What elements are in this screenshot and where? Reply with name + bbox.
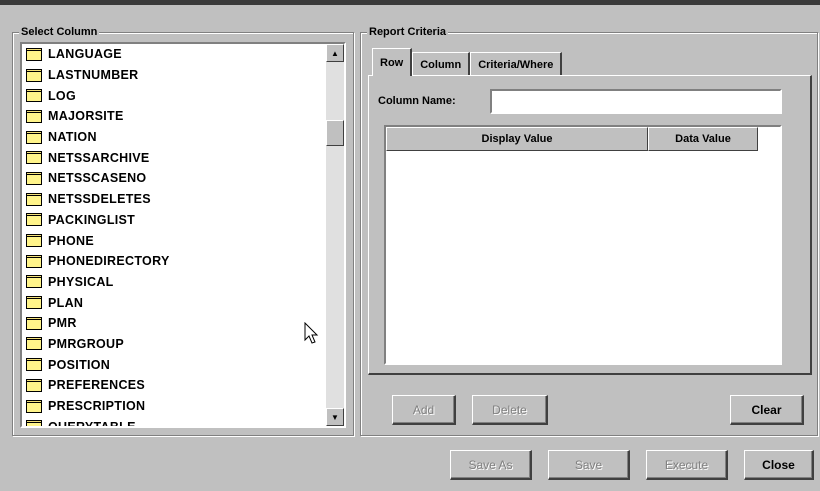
- list-item-label: LASTNUMBER: [48, 68, 139, 83]
- scroll-up-button[interactable]: ▲: [326, 44, 344, 62]
- folder-icon: [26, 275, 42, 289]
- execute-button[interactable]: Execute: [646, 450, 728, 480]
- mouse-pointer-icon: [304, 322, 319, 344]
- tab-column[interactable]: Column: [412, 52, 471, 76]
- list-item[interactable]: PACKINGLIST: [22, 210, 322, 231]
- list-item-label: PLAN: [48, 295, 84, 310]
- folder-icon: [26, 254, 42, 268]
- list-item[interactable]: LOG: [22, 85, 322, 106]
- list-item[interactable]: QUERYTABLE: [22, 416, 322, 428]
- window-top-edge: [0, 0, 820, 5]
- folder-icon: [26, 316, 42, 330]
- list-item-label: PACKINGLIST: [48, 212, 136, 227]
- list-item[interactable]: PHONEDIRECTORY: [22, 251, 322, 272]
- list-item-label: NETSSARCHIVE: [48, 150, 150, 165]
- list-item[interactable]: POSITION: [22, 354, 322, 375]
- column-list: LANGUAGE LASTNUMBER LOG MAJORSITE NATION NETS…: [22, 44, 322, 428]
- folder-icon: [26, 358, 42, 372]
- list-item[interactable]: NETSSARCHIVE: [22, 147, 322, 168]
- list-item-label: NETSSDELETES: [48, 192, 151, 207]
- list-item[interactable]: LASTNUMBER: [22, 65, 322, 86]
- list-item-label: LANGUAGE: [48, 47, 122, 62]
- list-item-label: PRESCRIPTION: [48, 399, 146, 414]
- folder-icon: [26, 47, 42, 61]
- values-grid[interactable]: Display Value Data Value: [384, 125, 782, 365]
- column-name-label: Column Name:: [378, 95, 456, 107]
- tab-row[interactable]: Row: [372, 48, 413, 76]
- folder-icon: [26, 130, 42, 144]
- list-item[interactable]: PMRGROUP: [22, 334, 322, 355]
- folder-icon: [26, 234, 42, 248]
- folder-icon: [26, 171, 42, 185]
- close-button[interactable]: Close: [744, 450, 814, 480]
- list-item-label: QUERYTABLE: [48, 419, 136, 428]
- folder-icon: [26, 213, 42, 227]
- column-name-input[interactable]: [490, 89, 782, 114]
- folder-icon: [26, 109, 42, 123]
- folder-icon: [26, 337, 42, 351]
- list-item[interactable]: PREFERENCES: [22, 375, 322, 396]
- list-item[interactable]: PHONE: [22, 230, 322, 251]
- list-item-label: PREFERENCES: [48, 378, 146, 393]
- arrow-up-icon: ▲: [331, 48, 339, 58]
- list-item-label: POSITION: [48, 357, 111, 372]
- column-listbox[interactable]: LANGUAGE LASTNUMBER LOG MAJORSITE NATION NETS…: [20, 42, 346, 428]
- list-item-label: PHYSICAL: [48, 274, 114, 289]
- list-item[interactable]: PMR: [22, 313, 322, 334]
- report-criteria-title: Report Criteria: [367, 25, 449, 39]
- clear-button[interactable]: Clear: [730, 395, 804, 425]
- folder-icon: [26, 378, 42, 392]
- list-item[interactable]: LANGUAGE: [22, 44, 322, 65]
- list-item[interactable]: MAJORSITE: [22, 106, 322, 127]
- scroll-down-button[interactable]: ▼: [326, 408, 344, 426]
- list-item-label: PMRGROUP: [48, 336, 125, 351]
- criteria-tabs: Row Column Criteria/Where: [372, 48, 563, 76]
- list-item[interactable]: NETSSCASENO: [22, 168, 322, 189]
- folder-icon: [26, 68, 42, 82]
- folder-icon: [26, 399, 42, 413]
- arrow-down-icon: ▼: [331, 412, 339, 422]
- list-item-label: NETSSCASENO: [48, 171, 147, 186]
- list-item[interactable]: PHYSICAL: [22, 272, 322, 293]
- delete-button[interactable]: Delete: [472, 395, 548, 425]
- list-item[interactable]: PRESCRIPTION: [22, 396, 322, 417]
- folder-icon: [26, 420, 42, 426]
- folder-icon: [26, 296, 42, 310]
- grid-header: Display Value Data Value: [386, 127, 780, 151]
- list-item-label: LOG: [48, 88, 76, 103]
- save-as-button[interactable]: Save As: [450, 450, 532, 480]
- add-button[interactable]: Add: [392, 395, 456, 425]
- list-item[interactable]: NETSSDELETES: [22, 189, 322, 210]
- tab-criteria-where[interactable]: Criteria/Where: [470, 52, 563, 76]
- list-item-label: PMR: [48, 316, 77, 331]
- save-button[interactable]: Save: [548, 450, 630, 480]
- list-item-label: MAJORSITE: [48, 109, 124, 124]
- list-item-label: PHONEDIRECTORY: [48, 254, 170, 269]
- folder-icon: [26, 151, 42, 165]
- list-item[interactable]: NATION: [22, 127, 322, 148]
- scroll-thumb[interactable]: [326, 120, 344, 146]
- select-column-title: Select Column: [19, 25, 100, 39]
- folder-icon: [26, 192, 42, 206]
- listbox-scrollbar[interactable]: ▲ ▼: [326, 44, 344, 426]
- folder-icon: [26, 89, 42, 103]
- data-value-header[interactable]: Data Value: [648, 127, 758, 151]
- display-value-header[interactable]: Display Value: [386, 127, 648, 151]
- list-item-label: NATION: [48, 130, 97, 145]
- list-item-label: PHONE: [48, 233, 94, 248]
- list-item[interactable]: PLAN: [22, 292, 322, 313]
